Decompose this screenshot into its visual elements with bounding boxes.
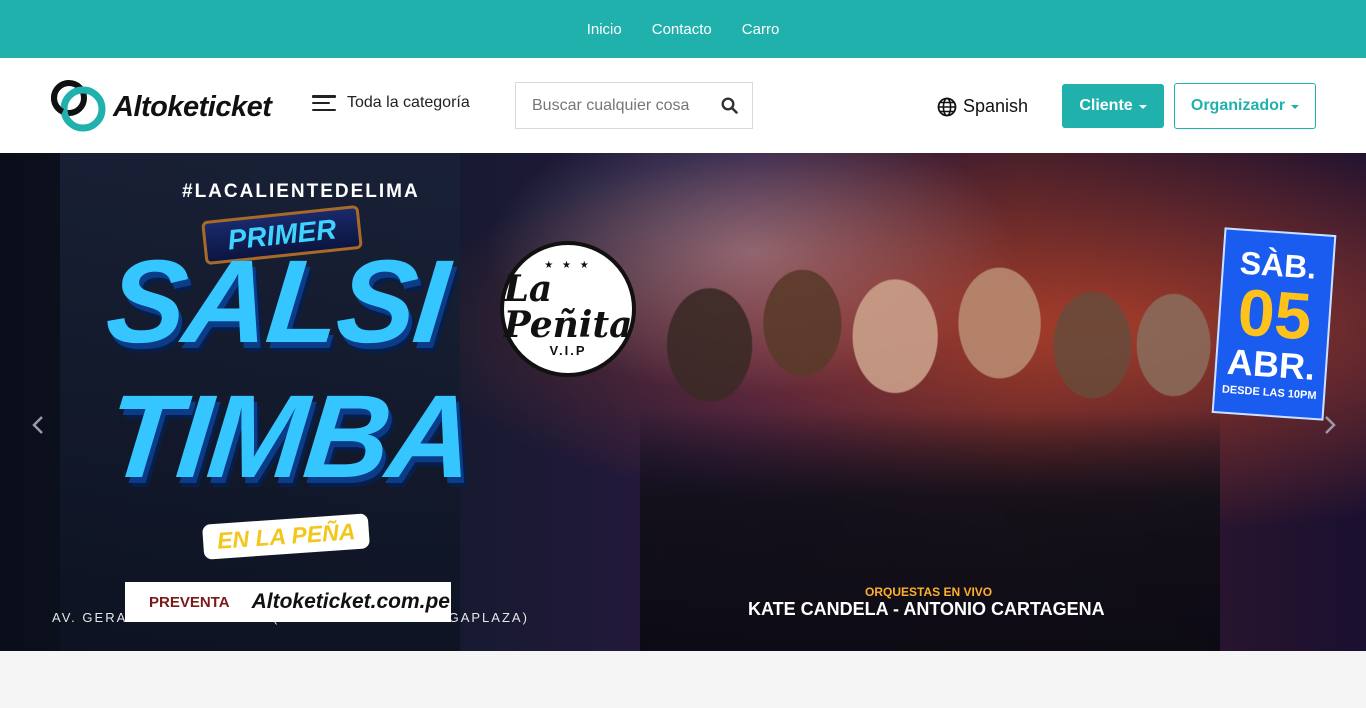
nav-link-contacto[interactable]: Contacto xyxy=(652,21,712,38)
date-number: 05 xyxy=(1235,274,1314,354)
category-label: Toda la categoría xyxy=(347,94,470,111)
search-box xyxy=(515,82,753,129)
hero-carousel[interactable]: #LACALIENTEDELIMA PRIMER SALSI TIMBA EN … xyxy=(0,153,1366,651)
cliente-dropdown-button[interactable]: Cliente xyxy=(1062,84,1164,128)
logo-text: Altoketicket xyxy=(113,90,272,123)
hero-hashtag: #LACALIENTEDELIMA xyxy=(182,181,420,202)
category-menu-button[interactable]: Toda la categoría xyxy=(312,94,470,112)
badge-vip: V.I.P xyxy=(549,343,587,358)
nav-link-inicio[interactable]: Inicio xyxy=(587,21,622,38)
nav-link-carro[interactable]: Carro xyxy=(742,21,780,38)
menu-icon xyxy=(312,95,336,111)
site-header: Altoketicket Toda la categoría Spanish C… xyxy=(0,58,1366,153)
hero-title-line1: SALSI xyxy=(101,236,453,368)
hero-title-line2: TIMBA xyxy=(101,371,479,503)
preventa-label: PREVENTA xyxy=(149,593,230,611)
globe-icon xyxy=(937,97,957,116)
caret-down-icon xyxy=(1138,105,1147,109)
artists-names: KATE CANDELA - ANTONIO CARTAGENA xyxy=(748,599,1105,619)
top-nav: Inicio Contacto Carro xyxy=(0,0,1366,58)
event-address: AV. GERARDO UNGER 3415 (A LA ESPALDA DE … xyxy=(52,610,529,625)
content-area xyxy=(0,651,1366,708)
la-penita-logo: ★ ★ ★ La Peñita V.I.P xyxy=(500,241,636,377)
language-label: Spanish xyxy=(963,96,1029,116)
event-date-badge: SÀB. 05 ABR. DESDE LAS 10PM xyxy=(1211,227,1337,421)
date-month: ABR. xyxy=(1225,340,1317,388)
language-selector[interactable]: Spanish xyxy=(937,96,1028,117)
organizador-label: Organizador xyxy=(1190,97,1286,114)
logo-mark-icon xyxy=(49,78,107,134)
logo[interactable]: Altoketicket xyxy=(49,78,289,134)
orquestas-label: ORQUESTAS EN VIVO xyxy=(865,585,993,599)
cliente-label: Cliente xyxy=(1079,97,1133,114)
chevron-left-icon xyxy=(32,416,43,434)
search-input[interactable] xyxy=(516,83,706,128)
carousel-next-button[interactable] xyxy=(1320,413,1340,437)
caret-down-icon xyxy=(1291,105,1300,109)
chevron-right-icon xyxy=(1325,416,1336,434)
search-button[interactable] xyxy=(706,83,752,128)
search-icon xyxy=(720,97,738,114)
organizador-dropdown-button[interactable]: Organizador xyxy=(1174,83,1316,129)
badge-name: La Peñita xyxy=(503,268,633,346)
carousel-prev-button[interactable] xyxy=(28,413,48,437)
